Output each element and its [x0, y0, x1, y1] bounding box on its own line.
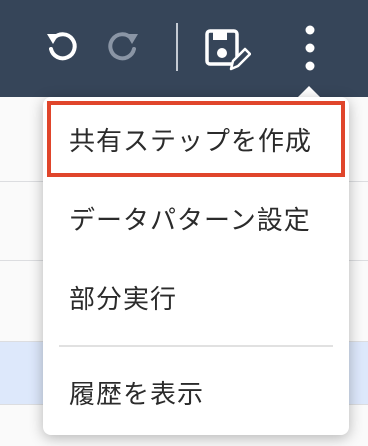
menu-item-create-shared-step[interactable]: 共有ステップを作成 — [47, 101, 345, 177]
redo-icon — [108, 32, 138, 61]
menu-item-partial-run[interactable]: 部分実行 — [43, 266, 349, 328]
redo-button[interactable] — [103, 27, 143, 67]
menu-item-show-history[interactable]: 履歴を表示 — [43, 361, 349, 423]
menu-item-data-pattern-settings[interactable]: データパターン設定 — [43, 187, 349, 249]
more-options-button[interactable] — [294, 22, 326, 74]
save-edit-button[interactable] — [203, 27, 251, 73]
toolbar-separator — [176, 23, 178, 71]
menu-item-label: データパターン設定 — [69, 205, 311, 236]
more-vertical-icon — [305, 25, 315, 71]
menu-item-label: 履歴を表示 — [69, 379, 205, 410]
undo-icon — [47, 32, 77, 61]
more-options-menu: 共有ステップを作成 データパターン設定 部分実行 履歴を表示 — [43, 97, 349, 435]
save-edit-icon — [205, 29, 251, 71]
undo-button[interactable] — [42, 27, 82, 67]
menu-divider — [59, 345, 333, 347]
menu-item-label: 共有ステップを作成 — [69, 126, 313, 157]
top-toolbar — [0, 0, 368, 97]
menu-item-label: 部分実行 — [69, 284, 178, 315]
